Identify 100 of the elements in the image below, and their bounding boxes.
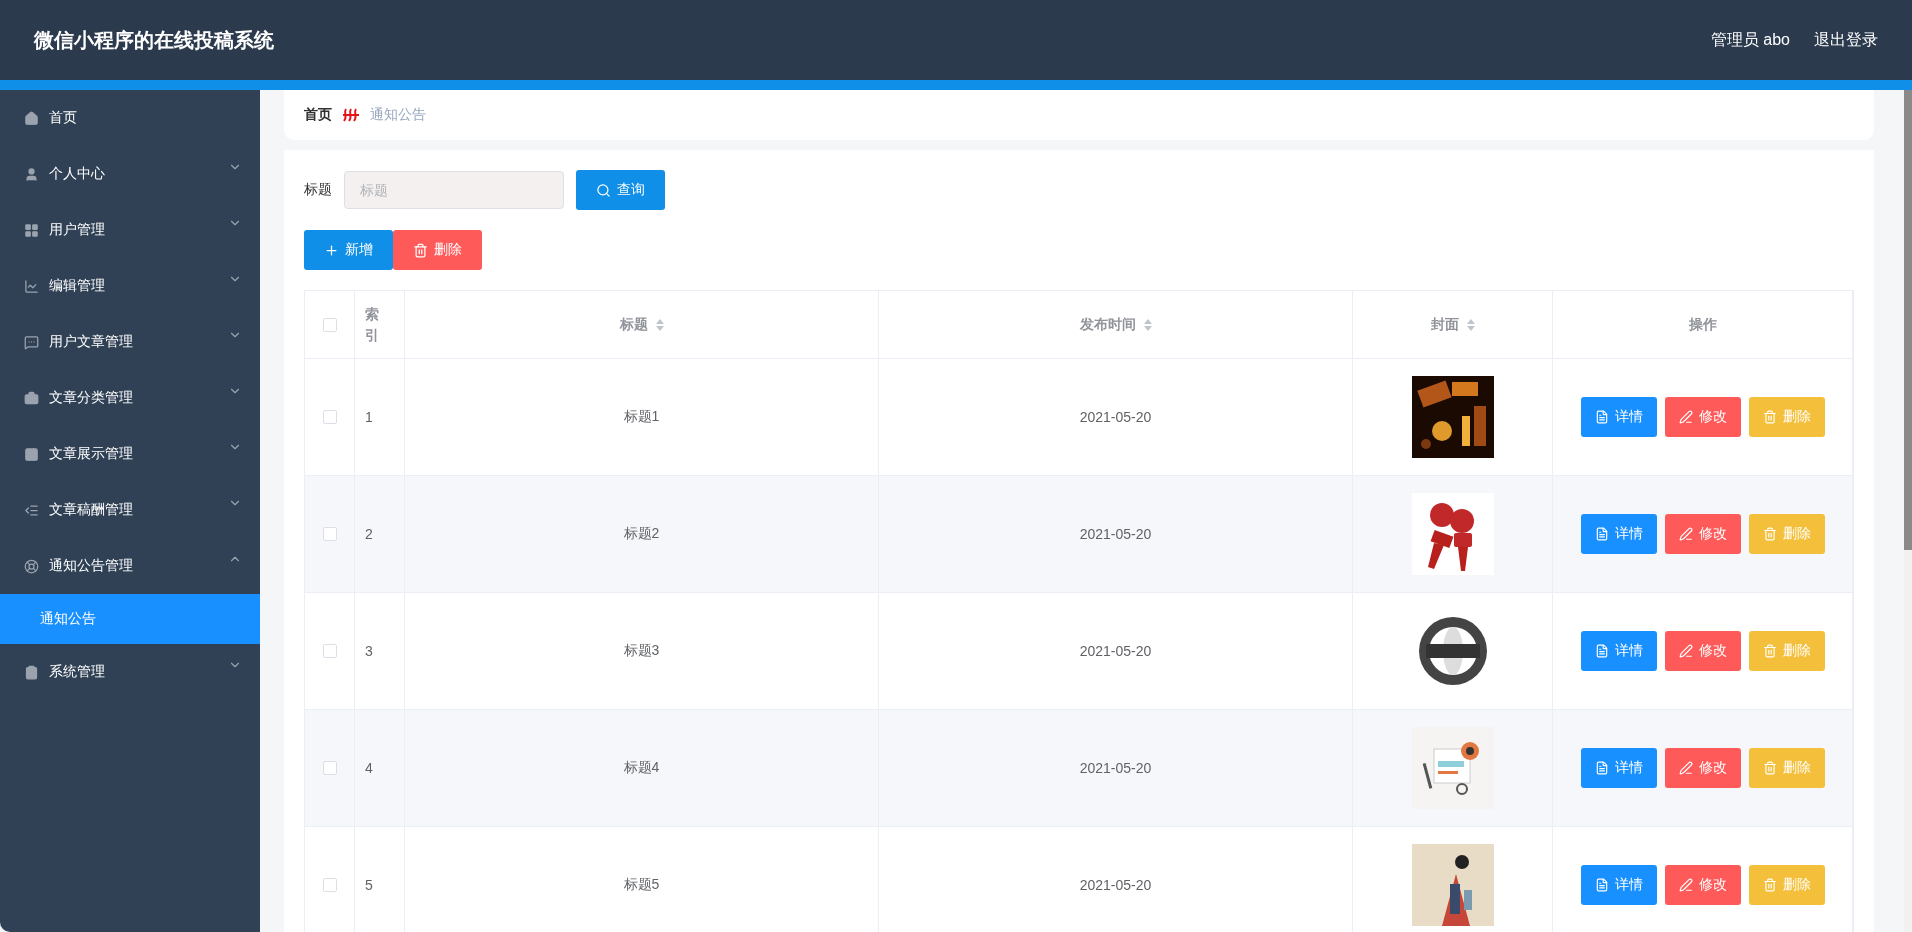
sidebar-label: 编辑管理 [49,277,105,295]
table-cell: 标题3 [623,642,660,660]
table-cell: 标题1 [623,408,660,426]
add-button[interactable]: 新增 [304,230,393,270]
sort-icon[interactable] [655,318,664,331]
sidebar-item[interactable]: 文章稿酬管理 [0,482,260,538]
document-icon [1594,644,1609,658]
table-cell: 2021-05-20 [1079,760,1152,776]
document-icon [1594,527,1609,541]
row-checkbox[interactable] [322,410,337,424]
field-label: 标题 [304,181,332,199]
document-icon [1594,761,1609,775]
sidebar-label: 通知公告管理 [49,557,133,575]
sort-icon[interactable] [1143,318,1152,331]
table-cell: 2021-05-20 [1079,526,1152,542]
trash-icon [1762,527,1777,541]
app-title: 微信小程序的在线投稿系统 [34,27,275,53]
table-cell: 标题5 [623,876,660,894]
sort-icon[interactable] [1466,318,1475,331]
pencil-icon [1678,527,1693,541]
table-cell: 2021-05-20 [1079,409,1152,425]
sidebar-label: 用户管理 [49,221,105,239]
table-cell: 5 [365,877,373,893]
chat-icon [24,334,39,350]
edit-button[interactable]: 修改 [1664,514,1741,554]
column-header: 操作 [1688,315,1717,334]
row-checkbox[interactable] [322,761,337,775]
sidebar-item[interactable]: 用户管理 [0,202,260,258]
trash-icon [1762,761,1777,775]
row-checkbox[interactable] [322,527,337,541]
home-icon [24,110,39,126]
edit-button[interactable]: 修改 [1664,748,1741,788]
logout-link[interactable]: 退出登录 [1814,29,1878,51]
trash-icon [1762,644,1777,658]
detail-button[interactable]: 详情 [1580,631,1657,671]
table-cell: 标题2 [623,525,660,543]
sidebar-item[interactable]: 文章分类管理 [0,370,260,426]
table-cell: 4 [365,760,373,776]
user-icon [24,166,39,182]
user-name: 管理员 abo [1710,29,1790,50]
delete-button[interactable]: 删除 [1748,865,1825,905]
search-button[interactable]: 查询 [576,170,665,210]
edit-button[interactable]: 修改 [1664,397,1741,437]
detail-button[interactable]: 详情 [1580,748,1657,788]
clipboard-icon [24,664,39,680]
row-checkbox[interactable] [322,644,337,658]
separator-icon [342,107,360,123]
table-cell: 3 [365,643,373,659]
document-icon [1594,878,1609,892]
pencil-icon [1678,761,1693,775]
sidebar-item[interactable]: 个人中心 [0,146,260,202]
select-all-checkbox[interactable] [322,317,337,332]
sidebar-subitem[interactable]: 通知公告 [0,594,260,644]
delete-button[interactable]: 删除 [1748,631,1825,671]
edit-button[interactable]: 修改 [1664,631,1741,671]
column-header: 发布时间 [1079,315,1136,334]
sidebar-label: 文章稿酬管理 [49,501,133,519]
pencil-icon [1678,644,1693,658]
trash-icon [413,242,428,258]
search-icon [596,182,611,198]
breadcrumb-link[interactable]: 首页 [304,106,332,124]
sidebar-item[interactable]: 文章展示管理 [0,426,260,482]
pencil-icon [1678,878,1693,892]
plus-icon [324,242,339,258]
column-header: 标题 [619,315,648,334]
lifebuoy-icon [24,558,39,574]
sidebar-item[interactable]: 通知公告管理 [0,538,260,594]
document-icon [1594,410,1609,424]
table-cell: 1 [365,409,373,425]
trash-icon [1762,410,1777,424]
sidebar-item[interactable]: 首页 [0,90,260,146]
delete-button[interactable]: 删除 [1748,514,1825,554]
table-cell: 标题4 [623,759,660,777]
delete-button[interactable]: 删除 [1748,397,1825,437]
edit-button[interactable]: 修改 [1664,865,1741,905]
delete-button[interactable]: 删除 [1748,748,1825,788]
sidebar-label: 个人中心 [49,165,105,183]
list-icon [24,502,39,518]
row-checkbox[interactable] [322,878,337,892]
sidebar-item[interactable]: 编辑管理 [0,258,260,314]
detail-button[interactable]: 详情 [1580,865,1657,905]
sidebar-label: 用户文章管理 [49,333,133,351]
breadcrumb-link[interactable]: 通知公告 [370,106,426,124]
title-search-field[interactable]: 标题 [344,171,564,209]
column-header: 索引 [365,304,380,345]
trash-icon [1762,878,1777,892]
detail-button[interactable]: 详情 [1580,514,1657,554]
detail-button[interactable]: 详情 [1580,397,1657,437]
sidebar-label: 首页 [49,109,77,127]
table-cell: 2021-05-20 [1079,877,1152,893]
delete-button[interactable]: 删除 [393,230,482,270]
table-cell: 2021-05-20 [1079,643,1152,659]
sidebar-label: 文章分类管理 [49,389,133,407]
scrollbar[interactable] [1904,90,1912,932]
sidebar-label: 文章展示管理 [49,445,133,463]
column-header: 封面 [1430,315,1459,334]
sidebar-label: 系统管理 [49,663,105,681]
sidebar-item[interactable]: 用户文章管理 [0,314,260,370]
sidebar-item[interactable]: 系统管理 [0,644,260,700]
briefcase-icon [24,390,39,406]
